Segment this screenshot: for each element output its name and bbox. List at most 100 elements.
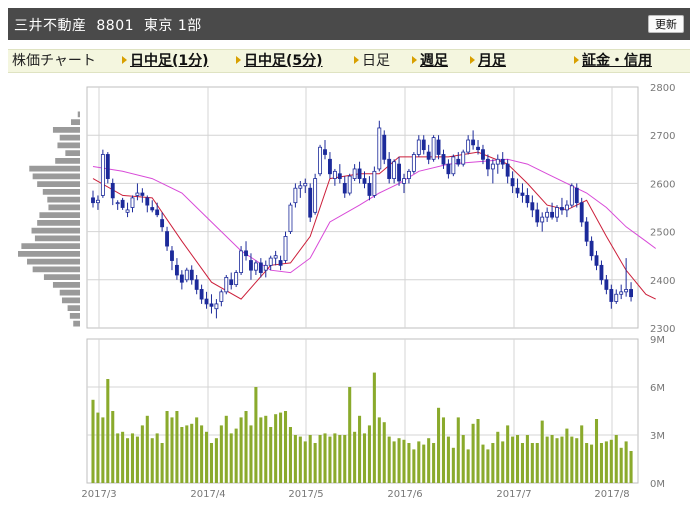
volume-bar bbox=[580, 425, 584, 483]
volume-bar bbox=[604, 441, 608, 483]
volume-bar bbox=[111, 411, 115, 483]
volume-bar bbox=[185, 425, 189, 483]
candle-body bbox=[569, 185, 574, 206]
volume-bar bbox=[397, 438, 401, 483]
price-tick-label: 2300 bbox=[650, 324, 675, 335]
candle-body bbox=[120, 199, 125, 208]
volume-bar bbox=[91, 399, 95, 483]
candle-body bbox=[170, 250, 174, 261]
volume-tick-label: 3M bbox=[650, 431, 665, 442]
candle-body bbox=[278, 260, 283, 266]
candle-body bbox=[160, 219, 165, 228]
volume-bar bbox=[506, 425, 510, 483]
volume-bar bbox=[239, 417, 243, 483]
volume-profile-bar bbox=[27, 258, 80, 265]
candle-body bbox=[416, 139, 421, 155]
volume-tick-label: 6M bbox=[650, 383, 665, 394]
candle-body bbox=[303, 182, 308, 187]
volume-bar bbox=[348, 387, 352, 483]
volume-bar bbox=[545, 436, 549, 483]
candle-body bbox=[461, 151, 466, 165]
volume-bar bbox=[200, 425, 204, 483]
candle-body bbox=[105, 154, 110, 179]
candle-body bbox=[574, 187, 579, 204]
candle-body bbox=[135, 192, 140, 196]
candle-body bbox=[451, 156, 456, 175]
volume-profile-bar bbox=[52, 127, 80, 133]
volume-bar bbox=[377, 417, 381, 483]
volume-bar bbox=[101, 417, 105, 483]
candle-body bbox=[599, 264, 604, 281]
volume-bar bbox=[140, 425, 144, 483]
candle-body bbox=[619, 291, 624, 295]
candle-body bbox=[629, 289, 633, 298]
candle-body bbox=[402, 178, 406, 184]
volume-bar bbox=[209, 443, 214, 483]
candle-body bbox=[229, 279, 234, 286]
volume-bar bbox=[130, 433, 135, 483]
volume-bar bbox=[609, 439, 613, 483]
price-tick-label: 2800 bbox=[650, 83, 675, 94]
volume-tick-label: 9M bbox=[650, 335, 665, 346]
candle-body bbox=[194, 279, 199, 290]
candle-body bbox=[140, 192, 145, 196]
x-tick-label: 2017/4 bbox=[190, 489, 225, 500]
volume-bar bbox=[121, 431, 125, 483]
volume-bar bbox=[402, 439, 406, 483]
candle-body bbox=[411, 154, 416, 172]
candle-body bbox=[125, 209, 130, 213]
candle-body bbox=[130, 197, 135, 208]
candle-body bbox=[288, 204, 293, 232]
volume-panel bbox=[86, 338, 639, 484]
candle-body bbox=[579, 202, 584, 223]
volume-bar bbox=[382, 422, 386, 483]
candle-body bbox=[318, 146, 323, 175]
candle-body bbox=[515, 187, 520, 194]
candle-body bbox=[594, 255, 599, 266]
candle-body bbox=[421, 139, 426, 151]
volume-bar bbox=[432, 443, 436, 483]
candle-body bbox=[604, 279, 609, 290]
candle-body bbox=[624, 289, 629, 293]
volume-bar bbox=[456, 417, 460, 483]
volume-profile-bar bbox=[42, 189, 80, 195]
volume-bar bbox=[234, 428, 238, 483]
candle-body bbox=[362, 178, 367, 184]
candle-body bbox=[382, 134, 387, 160]
volume-bar bbox=[135, 436, 139, 483]
volume-bar bbox=[175, 411, 179, 483]
volume-profile-bar bbox=[59, 289, 80, 296]
candle-body bbox=[505, 163, 510, 177]
volume-bar bbox=[323, 433, 327, 483]
volume-bar bbox=[461, 435, 465, 483]
volume-bar bbox=[116, 433, 120, 483]
volume-bar bbox=[328, 436, 332, 483]
volume-bar bbox=[338, 435, 342, 483]
volume-bar bbox=[96, 412, 100, 483]
volume-bar bbox=[446, 436, 450, 483]
candle-body bbox=[244, 250, 248, 257]
candle-body bbox=[293, 187, 298, 204]
volume-bar bbox=[555, 438, 559, 483]
volume-profile-bar bbox=[31, 227, 80, 234]
volume-profile-bar bbox=[21, 243, 80, 249]
volume-bar bbox=[585, 443, 589, 483]
volume-bar bbox=[387, 436, 391, 483]
volume-bar bbox=[466, 449, 470, 483]
volume-bar bbox=[362, 433, 367, 483]
candle-body bbox=[431, 137, 436, 160]
volume-profile-bar bbox=[32, 266, 80, 273]
candle-body bbox=[337, 173, 342, 179]
volume-bar bbox=[254, 387, 258, 483]
candle-body bbox=[609, 289, 614, 302]
candle-body bbox=[406, 170, 411, 179]
volume-bar bbox=[219, 425, 223, 483]
volume-bar bbox=[180, 427, 184, 483]
x-tick-label: 2017/3 bbox=[81, 489, 116, 500]
candle-body bbox=[530, 202, 535, 211]
volume-profile-bar bbox=[32, 173, 80, 180]
candle-body bbox=[387, 158, 392, 179]
volume-bar bbox=[530, 443, 534, 483]
candle-body bbox=[490, 163, 495, 170]
volume-bar bbox=[481, 444, 485, 483]
